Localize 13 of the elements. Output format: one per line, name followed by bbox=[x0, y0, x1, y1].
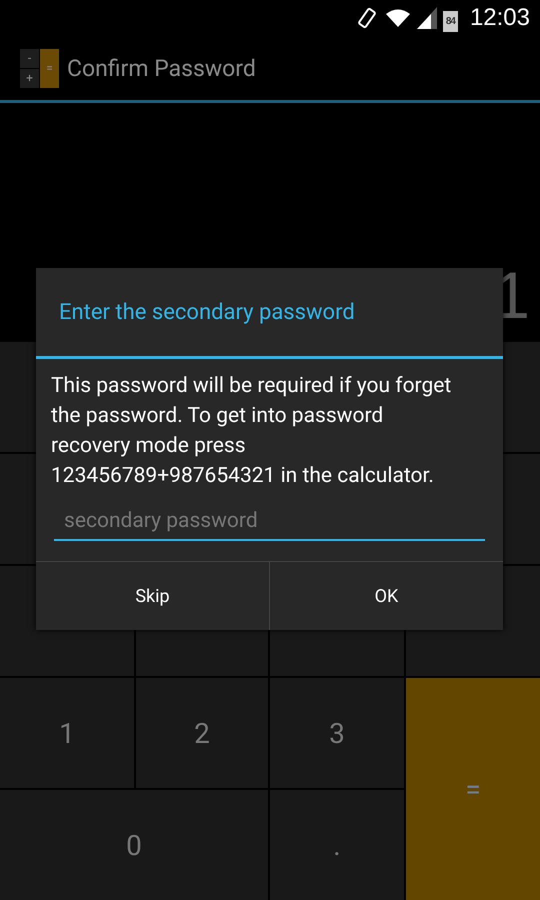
screen-title: Confirm Password bbox=[67, 54, 256, 82]
calculator-key[interactable]: 3 bbox=[270, 678, 404, 788]
wifi-icon bbox=[384, 8, 411, 28]
skip-button[interactable]: Skip bbox=[36, 562, 269, 630]
calculator-key[interactable]: = bbox=[406, 678, 540, 900]
calculator-key[interactable]: 0 bbox=[0, 790, 268, 900]
clock: 12:03 bbox=[470, 4, 530, 32]
ok-button[interactable]: OK bbox=[269, 562, 503, 630]
signal-icon bbox=[416, 7, 437, 29]
calculator-key[interactable]: 1 bbox=[0, 678, 134, 788]
dialog-title: Enter the secondary password bbox=[36, 268, 503, 359]
calculator-key[interactable]: 2 bbox=[136, 678, 268, 788]
calculator-key[interactable]: . bbox=[270, 790, 404, 900]
